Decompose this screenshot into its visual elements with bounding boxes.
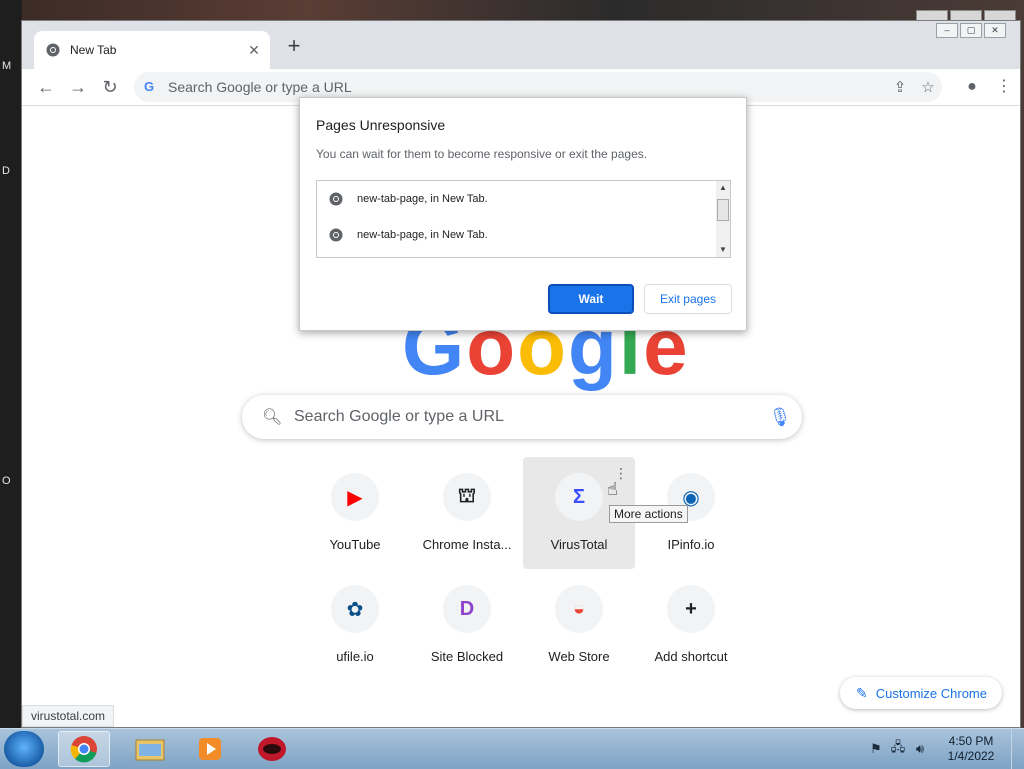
shortcut-icon: ◒ bbox=[555, 585, 603, 633]
unresponsive-pages-list[interactable]: new-tab-page, in New Tab. new-tab-page, … bbox=[316, 180, 731, 258]
desktop-left-strip: M D O bbox=[0, 0, 22, 728]
chrome-icon bbox=[329, 192, 343, 206]
show-desktop-button[interactable] bbox=[1011, 729, 1024, 769]
forward-button[interactable]: → bbox=[64, 73, 92, 101]
folder-icon bbox=[135, 739, 165, 761]
taskbar-clock[interactable]: 4:50 PM 1/4/2022 bbox=[931, 734, 1011, 764]
shortcut-icon: ✿ bbox=[331, 585, 379, 633]
hand-cursor-icon: ☝ bbox=[607, 479, 618, 499]
shortcut-label: YouTube bbox=[329, 537, 381, 552]
shortcut-tile-site-blocked[interactable]: D Site Blocked bbox=[411, 569, 523, 681]
scroll-up-icon[interactable]: ▲ bbox=[716, 181, 730, 195]
red-app-icon bbox=[258, 737, 286, 761]
taskbar-chrome[interactable] bbox=[58, 731, 110, 767]
network-icon[interactable]: 🖧 bbox=[887, 738, 909, 760]
shortcut-tile-youtube[interactable]: ▶ YouTube bbox=[299, 457, 411, 569]
shortcut-icon: D bbox=[443, 585, 491, 633]
restore-button[interactable]: ▢ bbox=[960, 23, 982, 38]
shortcut-icon: Σ bbox=[555, 473, 603, 521]
window-caption-buttons: – ▢ ✕ bbox=[936, 23, 1006, 38]
taskbar-explorer[interactable] bbox=[124, 731, 176, 767]
list-item[interactable]: new-tab-page, in New Tab. bbox=[329, 189, 488, 209]
shortcut-label: VirusTotal bbox=[550, 537, 608, 552]
tab-title: New Tab bbox=[70, 43, 117, 57]
desktop-text-fragment: M bbox=[2, 60, 12, 72]
tab-new-tab[interactable]: New Tab ✕ bbox=[34, 31, 270, 69]
bookmark-star-icon[interactable]: ☆ bbox=[914, 78, 942, 96]
shortcut-tile-add-shortcut[interactable]: + Add shortcut bbox=[635, 569, 747, 681]
chrome-icon bbox=[46, 43, 60, 57]
dialog-title: Pages Unresponsive bbox=[316, 117, 446, 133]
shortcut-tile-web-store[interactable]: ◒ Web Store bbox=[523, 569, 635, 681]
chrome-window: New Tab ✕ + – ▢ ✕ ← → ↻ G Search Google … bbox=[21, 20, 1021, 728]
list-item-label: new-tab-page, in New Tab. bbox=[357, 193, 488, 205]
shortcut-label: Web Store bbox=[548, 649, 610, 664]
list-scrollbar[interactable]: ▲ ▼ bbox=[716, 181, 730, 257]
share-icon[interactable]: ⇪ bbox=[886, 78, 914, 96]
scroll-thumb[interactable] bbox=[717, 199, 729, 221]
search-icon: 🔍︎ bbox=[262, 409, 283, 426]
reload-button[interactable]: ↻ bbox=[96, 73, 124, 101]
scroll-down-icon[interactable]: ▼ bbox=[716, 243, 730, 257]
chrome-icon bbox=[329, 228, 343, 242]
pencil-icon: ✎ bbox=[856, 684, 868, 701]
shortcut-icon: + bbox=[667, 585, 715, 633]
shortcut-label: Site Blocked bbox=[430, 649, 504, 664]
shortcut-tile-ufile-io[interactable]: ✿ ufile.io bbox=[299, 569, 411, 681]
chrome-logo-icon bbox=[70, 736, 97, 763]
shortcut-label: Add shortcut bbox=[654, 649, 728, 664]
shortcut-label: IPinfo.io bbox=[667, 537, 715, 552]
tab-close-icon[interactable]: ✕ bbox=[244, 42, 264, 59]
clock-time: 4:50 PM bbox=[948, 734, 994, 748]
profile-icon[interactable]: ● bbox=[956, 73, 988, 101]
google-g-icon: G bbox=[144, 79, 155, 94]
customize-chrome-label: Customize Chrome bbox=[875, 685, 987, 701]
taskbar-media-player[interactable] bbox=[184, 731, 236, 767]
shortcut-label: Chrome Insta... bbox=[422, 537, 512, 552]
desktop-text-fragment: O bbox=[2, 475, 11, 487]
tab-strip: New Tab ✕ + – ▢ ✕ bbox=[22, 21, 1020, 69]
back-button[interactable]: ← bbox=[32, 73, 60, 101]
dialog-message: You can wait for them to become responsi… bbox=[316, 147, 648, 161]
wait-button[interactable]: Wait bbox=[548, 284, 634, 314]
pages-unresponsive-dialog: Pages Unresponsive You can wait for them… bbox=[299, 97, 747, 331]
minimize-button[interactable]: – bbox=[936, 23, 958, 38]
media-player-icon bbox=[199, 738, 221, 760]
volume-icon[interactable]: 🔊︎ bbox=[909, 741, 931, 757]
address-bar-placeholder: Search Google or type a URL bbox=[168, 79, 352, 95]
start-button[interactable] bbox=[4, 731, 44, 767]
new-tab-button[interactable]: + bbox=[284, 35, 304, 57]
clock-date: 1/4/2022 bbox=[947, 749, 995, 763]
status-bubble: virustotal.com bbox=[22, 705, 115, 727]
list-item[interactable]: new-tab-page, in New Tab. bbox=[329, 225, 488, 245]
taskbar-app[interactable] bbox=[246, 731, 298, 767]
shortcut-tile-chrome-insta[interactable]: ⛫ Chrome Insta... bbox=[411, 457, 523, 569]
toolbar-right: ● ⋮ bbox=[956, 73, 1020, 101]
system-tray: ⚑ 🖧 🔊︎ 4:50 PM 1/4/2022 bbox=[865, 729, 1024, 769]
shortcut-label: ufile.io bbox=[336, 649, 374, 664]
exit-pages-button[interactable]: Exit pages bbox=[644, 284, 732, 314]
action-center-flag-icon[interactable]: ⚑ bbox=[865, 741, 887, 757]
windows-taskbar: ⚑ 🖧 🔊︎ 4:50 PM 1/4/2022 bbox=[0, 728, 1024, 769]
desktop-text-fragment: D bbox=[2, 165, 10, 177]
microphone-icon[interactable]: 🎙︎ bbox=[758, 407, 802, 428]
shortcut-icon: ⛫ bbox=[443, 473, 491, 521]
ntp-search-box[interactable]: 🔍︎ Search Google or type a URL 🎙︎ bbox=[242, 395, 802, 439]
list-item-label: new-tab-page, in New Tab. bbox=[357, 229, 488, 241]
shortcut-icon: ▶ bbox=[331, 473, 379, 521]
menu-icon[interactable]: ⋮ bbox=[988, 73, 1020, 101]
more-actions-tooltip: More actions bbox=[609, 505, 688, 523]
customize-chrome-button[interactable]: ✎ Customize Chrome bbox=[840, 677, 1002, 709]
ntp-search-placeholder: Search Google or type a URL bbox=[294, 408, 504, 425]
close-window-button[interactable]: ✕ bbox=[984, 23, 1006, 38]
